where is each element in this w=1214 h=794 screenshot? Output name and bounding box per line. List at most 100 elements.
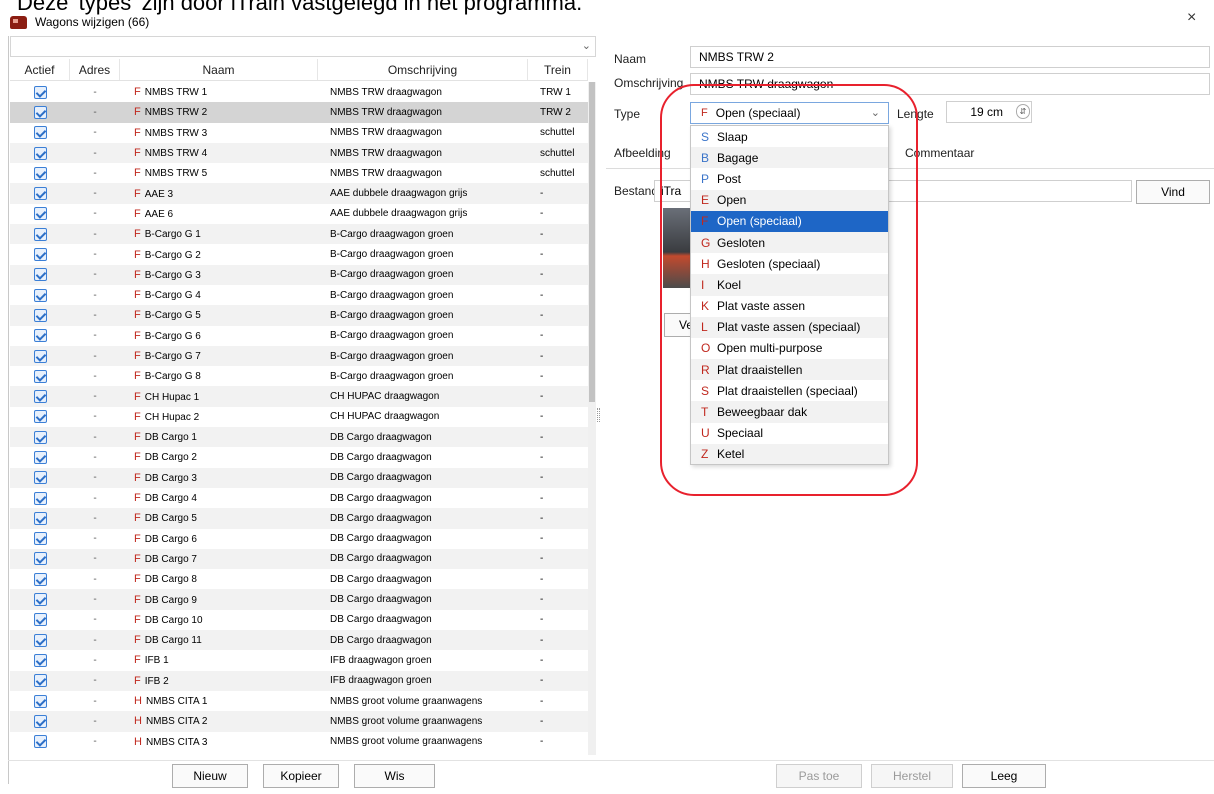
column-header-address[interactable]: Adres bbox=[70, 59, 120, 80]
active-checkbox[interactable] bbox=[33, 450, 47, 464]
active-checkbox[interactable] bbox=[33, 329, 47, 343]
type-option[interactable]: B Bagage bbox=[691, 147, 888, 169]
table-row[interactable]: - F B-Cargo G 3 B-Cargo draagwagon groen - bbox=[10, 264, 588, 285]
type-option[interactable]: E Open bbox=[691, 189, 888, 211]
table-row[interactable]: - F DB Cargo 6 DB Cargo draagwagon - bbox=[10, 529, 588, 549]
type-option[interactable]: H Gesloten (speciaal) bbox=[691, 253, 888, 274]
active-checkbox[interactable] bbox=[33, 511, 47, 525]
active-checkbox[interactable] bbox=[33, 369, 47, 383]
active-checkbox[interactable] bbox=[33, 572, 47, 586]
new-button[interactable]: Nieuw bbox=[172, 764, 248, 788]
table-row[interactable]: - F AAE 6 AAE dubbele draagwagon grijs - bbox=[10, 204, 588, 224]
table-row[interactable]: - F DB Cargo 10 DB Cargo draagwagon - bbox=[10, 610, 588, 630]
table-row[interactable]: - F B-Cargo G 4 B-Cargo draagwagon groen - bbox=[10, 285, 588, 305]
table-row[interactable]: - F B-Cargo G 2 B-Cargo draagwagon groen - bbox=[10, 244, 588, 264]
active-checkbox[interactable] bbox=[33, 85, 47, 99]
active-checkbox[interactable] bbox=[33, 430, 47, 444]
active-checkbox[interactable] bbox=[33, 126, 47, 140]
table-row[interactable]: - F DB Cargo 9 DB Cargo draagwagon - bbox=[10, 589, 588, 610]
active-checkbox[interactable] bbox=[33, 694, 47, 708]
table-row[interactable]: - F DB Cargo 4 DB Cargo draagwagon - bbox=[10, 488, 588, 508]
table-row[interactable]: - F IFB 2 IFB draagwagon groen - bbox=[10, 670, 588, 691]
close-icon[interactable]: × bbox=[1187, 9, 1196, 27]
column-header-name[interactable]: Naam bbox=[120, 59, 318, 80]
apply-button[interactable]: Pas toe bbox=[776, 764, 862, 788]
table-row[interactable]: - F B-Cargo G 5 B-Cargo draagwagon groen - bbox=[10, 305, 588, 326]
type-option[interactable]: F Open (speciaal) bbox=[691, 210, 888, 232]
active-checkbox[interactable] bbox=[33, 248, 47, 262]
active-checkbox[interactable] bbox=[33, 532, 47, 546]
table-row[interactable]: - F IFB 1 IFB draagwagon groen - bbox=[10, 650, 588, 670]
active-checkbox[interactable] bbox=[33, 146, 47, 160]
active-checkbox[interactable] bbox=[33, 410, 47, 424]
active-checkbox[interactable] bbox=[33, 166, 47, 180]
table-row[interactable]: - H NMBS CITA 3 NMBS groot volume graanwage… bbox=[10, 732, 588, 752]
panel-splitter[interactable] bbox=[597, 408, 600, 422]
table-row[interactable]: - F CH Hupac 2 CH HUPAC draagwagon - bbox=[10, 407, 588, 427]
name-field[interactable]: NMBS TRW 2 bbox=[690, 46, 1210, 68]
type-option[interactable]: R Plat draaistellen bbox=[691, 359, 888, 381]
type-option[interactable]: S Plat draaistellen (speciaal) bbox=[691, 380, 888, 401]
table-row[interactable]: - F DB Cargo 1 DB Cargo draagwagon - bbox=[10, 427, 588, 448]
active-checkbox[interactable] bbox=[33, 349, 47, 363]
table-row[interactable]: - F DB Cargo 3 DB Cargo draagwagon - bbox=[10, 467, 588, 488]
table-row[interactable]: - F NMBS TRW 4 NMBS TRW draagwagon schuttel bbox=[10, 142, 588, 164]
table-row[interactable]: - F DB Cargo 2 DB Cargo draagwagon - bbox=[10, 447, 588, 467]
active-checkbox[interactable] bbox=[33, 552, 47, 566]
table-row[interactable]: - F DB Cargo 8 DB Cargo draagwagon - bbox=[10, 569, 588, 589]
table-row[interactable]: - F DB Cargo 7 DB Cargo draagwagon - bbox=[10, 548, 588, 570]
type-option[interactable]: Z Ketel bbox=[691, 443, 888, 464]
active-checkbox[interactable] bbox=[33, 390, 47, 404]
description-field[interactable]: NMBS TRW draagwagon bbox=[690, 73, 1210, 95]
type-option[interactable]: I Koel bbox=[691, 274, 888, 296]
table-scroll-thumb[interactable] bbox=[589, 82, 595, 402]
tab-image[interactable]: Afbeelding bbox=[614, 146, 671, 160]
active-checkbox[interactable] bbox=[33, 714, 47, 728]
active-checkbox[interactable] bbox=[33, 207, 47, 221]
type-option[interactable]: P Post bbox=[691, 168, 888, 189]
clear-button[interactable]: Leeg bbox=[962, 764, 1046, 788]
active-checkbox[interactable] bbox=[33, 674, 47, 688]
active-checkbox[interactable] bbox=[33, 187, 47, 201]
column-header-train[interactable]: Trein bbox=[528, 59, 588, 80]
find-button[interactable]: Vind bbox=[1136, 180, 1210, 204]
active-checkbox[interactable] bbox=[33, 613, 47, 627]
table-row[interactable]: - F NMBS TRW 2 NMBS TRW draagwagon TRW 2 bbox=[10, 102, 588, 123]
tab-comment[interactable]: Commentaar bbox=[905, 146, 974, 160]
active-checkbox[interactable] bbox=[33, 308, 47, 322]
table-row[interactable]: - F NMBS TRW 3 NMBS TRW draagwagon schuttel bbox=[10, 123, 588, 143]
type-select[interactable]: F Open (speciaal) ⌄ bbox=[690, 102, 889, 124]
chevron-down-icon[interactable]: ⌄ bbox=[582, 39, 591, 52]
reset-button[interactable]: Herstel bbox=[871, 764, 953, 788]
table-row[interactable]: - F B-Cargo G 8 B-Cargo draagwagon groen - bbox=[10, 366, 588, 386]
active-checkbox[interactable] bbox=[33, 227, 47, 241]
table-row[interactable]: - F DB Cargo 5 DB Cargo draagwagon - bbox=[10, 508, 588, 529]
column-header-active[interactable]: Actief bbox=[10, 59, 70, 80]
table-row[interactable]: - F DB Cargo 11 DB Cargo draagwagon - bbox=[10, 630, 588, 651]
table-row[interactable]: - F B-Cargo G 1 B-Cargo draagwagon groen - bbox=[10, 224, 588, 245]
table-row[interactable]: - H NMBS CITA 1 NMBS groot volume graanwage… bbox=[10, 691, 588, 711]
active-checkbox[interactable] bbox=[33, 593, 47, 607]
type-option[interactable]: K Plat vaste assen bbox=[691, 296, 888, 317]
delete-button[interactable]: Wis bbox=[354, 764, 435, 788]
type-option[interactable]: L Plat vaste assen (speciaal) bbox=[691, 316, 888, 338]
table-row[interactable]: - F NMBS TRW 5 NMBS TRW draagwagon schuttel bbox=[10, 163, 588, 183]
table-row[interactable]: - F NMBS TRW 1 NMBS TRW draagwagon TRW 1 bbox=[10, 82, 588, 102]
active-checkbox[interactable] bbox=[33, 735, 47, 749]
active-checkbox[interactable] bbox=[33, 288, 47, 302]
filter-dropdown[interactable]: ⌄ bbox=[10, 36, 596, 57]
table-row[interactable]: - H NMBS CITA 2 NMBS groot volume graanwage… bbox=[10, 711, 588, 732]
active-checkbox[interactable] bbox=[33, 633, 47, 647]
type-option[interactable]: G Gesloten bbox=[691, 231, 888, 254]
chevron-down-icon[interactable]: ⌄ bbox=[871, 106, 880, 119]
type-option[interactable]: T Beweegbaar dak bbox=[691, 401, 888, 423]
column-header-description[interactable]: Omschrijving bbox=[318, 59, 528, 80]
active-checkbox[interactable] bbox=[33, 105, 47, 119]
type-option[interactable]: U Speciaal bbox=[691, 423, 888, 444]
active-checkbox[interactable] bbox=[33, 268, 47, 282]
type-option[interactable]: S Slaap bbox=[691, 126, 888, 147]
copy-button[interactable]: Kopieer bbox=[263, 764, 339, 788]
table-row[interactable]: - F AAE 3 AAE dubbele draagwagon grijs - bbox=[10, 183, 588, 204]
table-row[interactable]: - F B-Cargo G 6 B-Cargo draagwagon groen - bbox=[10, 326, 588, 346]
length-spinner-icon[interactable]: ⇵ bbox=[1016, 104, 1030, 119]
